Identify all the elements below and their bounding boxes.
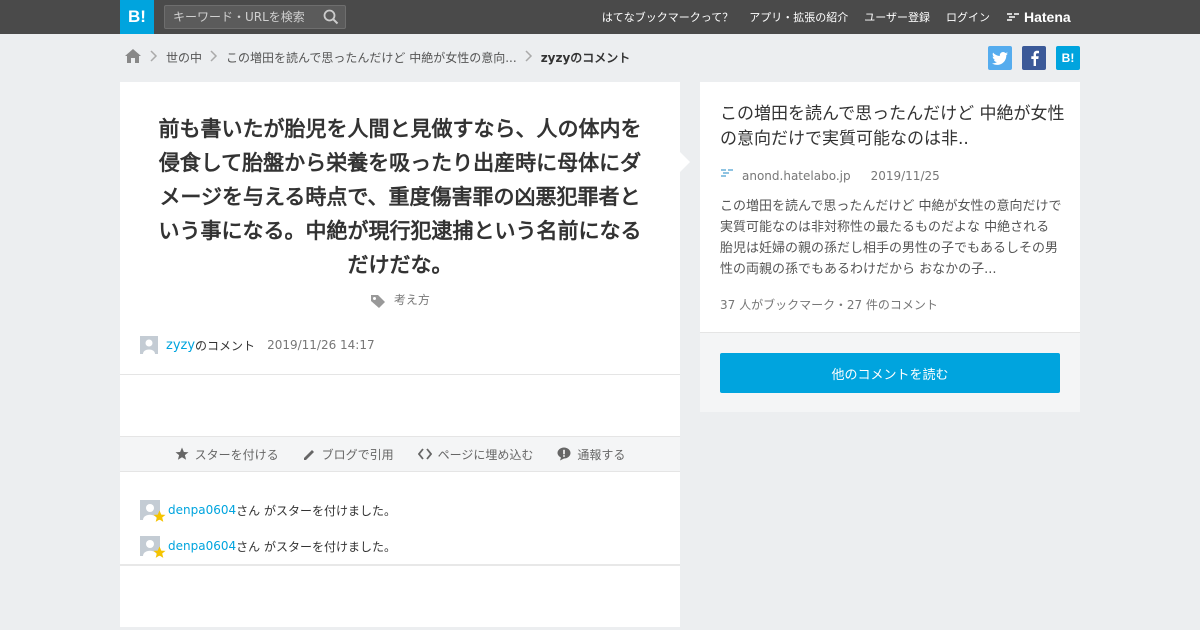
avatar[interactable] (140, 336, 158, 354)
twitter-share-icon[interactable] (988, 46, 1012, 70)
comment-text: 前も書いたが胎児を人間と見做すなら、人の体内を侵食して胎盤から栄養を吸ったり出産… (158, 117, 642, 277)
entry-title[interactable]: この増田を読んで思ったんだけど 中絶が女性の意向だけで実質可能なのは非.. (720, 102, 1065, 152)
hatena-brand[interactable]: Hatena (1006, 0, 1071, 34)
report-label: 通報する (577, 447, 626, 462)
search-box[interactable] (164, 5, 346, 29)
hatena-bookmark-share-icon[interactable]: B! (1056, 46, 1080, 70)
comment-user-suffix: のコメント (195, 338, 256, 353)
star-icon (175, 447, 189, 460)
entry-card: この増田を読んで思ったんだけど 中絶が女性の意向だけで実質可能なのは非.. an… (700, 82, 1080, 412)
nav-apps[interactable]: アプリ・拡張の紹介 (749, 9, 848, 25)
star-user[interactable]: denpa0604 (168, 539, 236, 553)
comment-date[interactable]: 2019/11/26 14:17 (267, 338, 375, 352)
entry-date: 2019/11/25 (870, 168, 940, 183)
divider (120, 564, 680, 566)
comment-meta: zyzy のコメント 2019/11/26 14:17 (140, 336, 375, 354)
comment-actions: スターを付ける ブログで引用 ページに埋め込む 通報する (120, 436, 680, 472)
nav-login[interactable]: ログイン (946, 9, 990, 25)
avatar[interactable] (140, 536, 166, 558)
breadcrumb-current: zyzyのコメント (540, 50, 631, 65)
add-star-button[interactable]: スターを付ける (175, 446, 279, 463)
hatena-mark-icon (1006, 9, 1020, 25)
star-list: denpa0604 さん がスターを付けました。 denpa0604 さん がス… (140, 492, 396, 564)
hatena-bookmark-logo[interactable]: B! (120, 0, 154, 34)
comment-tag[interactable]: 考え方 (120, 291, 680, 308)
comment-user[interactable]: zyzy (166, 338, 195, 353)
share-buttons: B! (978, 46, 1080, 70)
chevron-right-icon (525, 49, 533, 65)
divider (120, 374, 680, 375)
breadcrumb-category[interactable]: 世の中 (166, 49, 202, 66)
blog-quote-button[interactable]: ブログで引用 (303, 446, 394, 463)
add-star-label: スターを付ける (194, 447, 279, 462)
list-item: denpa0604 さん がスターを付けました。 (140, 492, 396, 528)
site-favicon-icon (720, 168, 734, 183)
chevron-right-icon (210, 49, 218, 65)
breadcrumb: 世の中 この増田を読んで思ったんだけど 中絶が女性の意向... zyzyのコメン… (124, 44, 630, 70)
home-icon[interactable] (124, 48, 142, 67)
embed-button[interactable]: ページに埋め込む (417, 446, 534, 463)
tag-label: 考え方 (393, 293, 430, 307)
nav-register[interactable]: ユーザー登録 (864, 9, 930, 25)
nav-about[interactable]: はてなブックマークって？ (602, 9, 733, 25)
report-button[interactable]: 通報する (557, 446, 625, 463)
card-pointer (680, 152, 690, 172)
search-icon[interactable] (323, 9, 339, 29)
star-user[interactable]: denpa0604 (168, 503, 236, 517)
tag-icon (370, 293, 394, 308)
entry-footer: 他のコメントを読む (700, 332, 1080, 412)
pencil-icon (303, 449, 314, 460)
top-nav: はてなブックマークって？ アプリ・拡張の紹介 ユーザー登録 ログイン (586, 0, 990, 34)
star-text: さん がスターを付けました。 (236, 539, 396, 554)
entry-counts[interactable]: 37 人がブックマーク・27 件のコメント (720, 296, 938, 313)
hatena-brand-text: Hatena (1024, 9, 1071, 25)
search-input[interactable] (165, 6, 315, 28)
embed-label: ページに埋め込む (437, 447, 534, 462)
chevron-right-icon (150, 49, 158, 65)
entry-domain[interactable]: anond.hatelabo.jp (742, 169, 851, 183)
report-icon (557, 447, 571, 461)
blog-quote-label: ブログで引用 (321, 447, 394, 462)
star-icon (153, 546, 166, 562)
top-bar: B! はてなブックマークって？ アプリ・拡張の紹介 ユーザー登録 ログイン Ha… (0, 0, 1200, 34)
entry-excerpt: この増田を読んで思ったんだけど 中絶が女性の意向だけで実質可能なのは非対称性の最… (720, 199, 1062, 277)
avatar[interactable] (140, 500, 166, 522)
breadcrumb-entry[interactable]: この増田を読んで思ったんだけど 中絶が女性の意向... (226, 49, 517, 66)
code-icon (417, 448, 432, 460)
facebook-share-icon[interactable] (1022, 46, 1046, 70)
comment-card: 前も書いたが胎児を人間と見做すなら、人の体内を侵食して胎盤から栄養を吸ったり出産… (120, 82, 680, 627)
star-text: さん がスターを付けました。 (236, 503, 396, 518)
read-other-comments-button[interactable]: 他のコメントを読む (720, 353, 1060, 393)
star-icon (153, 510, 166, 526)
entry-meta: anond.hatelabo.jp 2019/11/25 (720, 168, 940, 183)
list-item: denpa0604 さん がスターを付けました。 (140, 528, 396, 564)
